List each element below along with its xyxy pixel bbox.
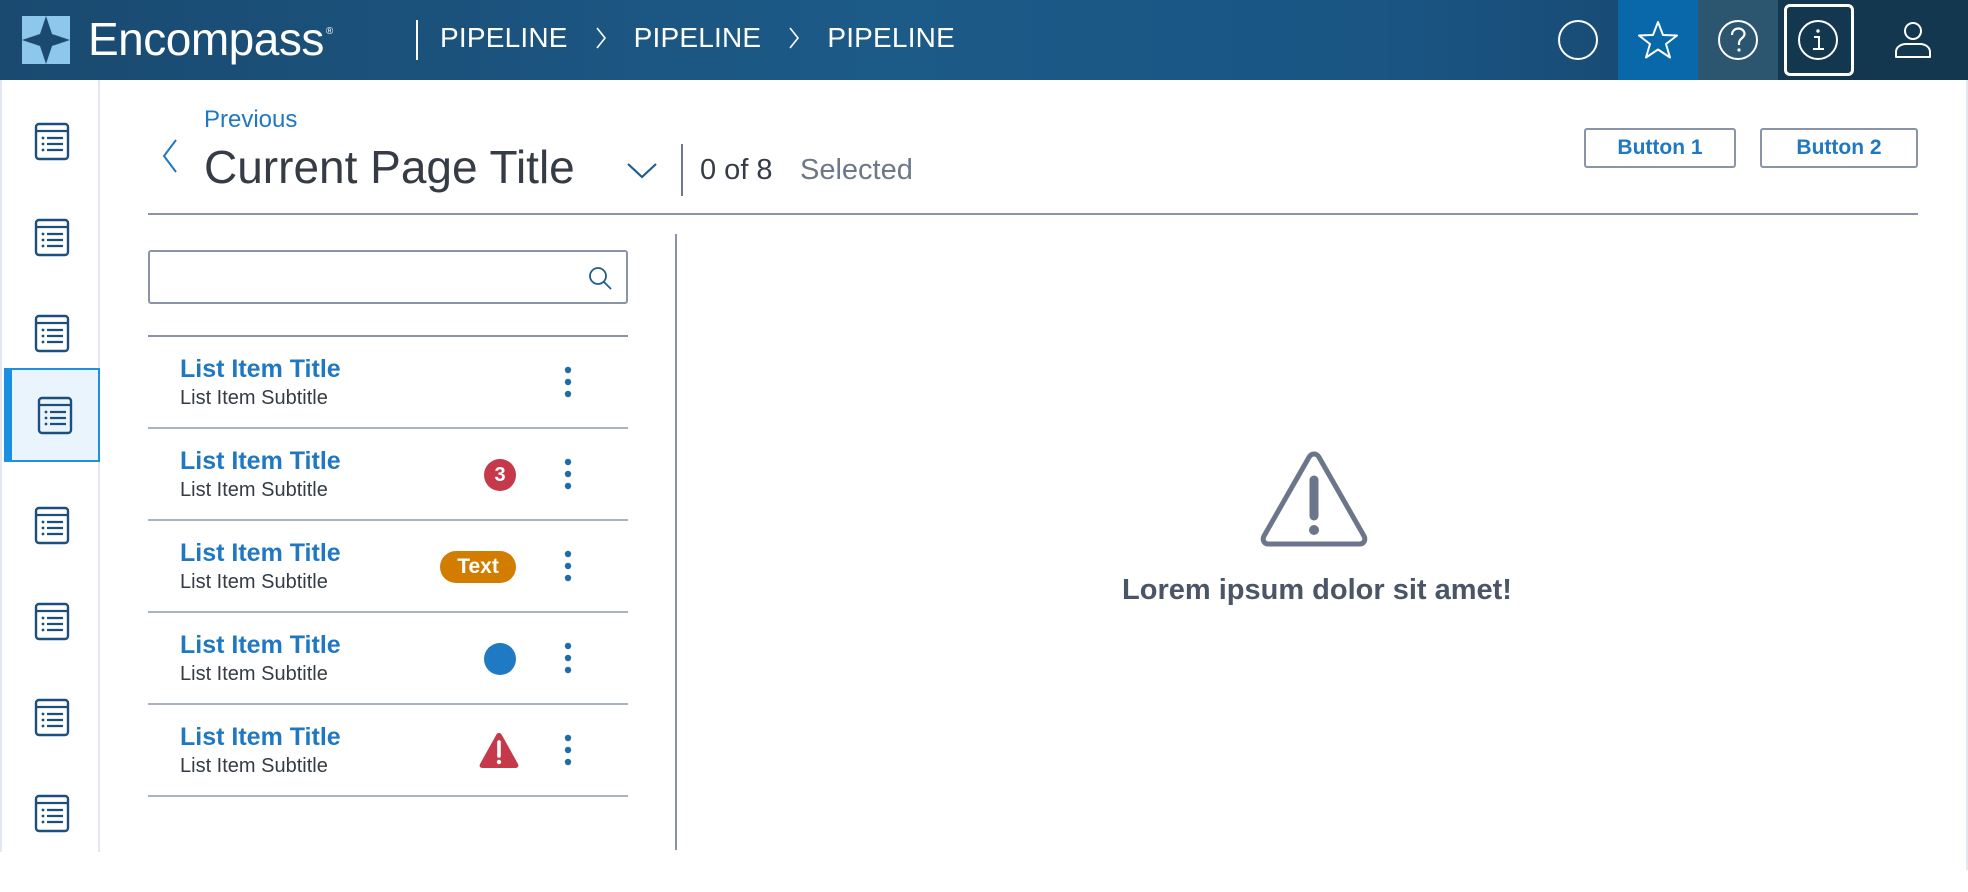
user-icon [1895, 22, 1931, 58]
brand-name: Encompass ® [88, 12, 333, 66]
list-icon [34, 794, 70, 833]
list-icon [34, 122, 70, 161]
list-item-subtitle: List Item Subtitle [180, 755, 328, 777]
breadcrumb-item[interactable]: PIPELINE [440, 22, 568, 54]
rail-item[interactable] [4, 574, 100, 668]
list-icon [34, 698, 70, 737]
rail-item[interactable] [4, 670, 100, 764]
list-item[interactable]: List Item Title List Item Subtitle 3 [148, 429, 628, 521]
button-1[interactable]: Button 1 [1584, 128, 1736, 168]
rail-item[interactable] [4, 190, 100, 284]
button-2[interactable]: Button 2 [1760, 128, 1918, 168]
circle-icon [1558, 20, 1598, 60]
search-input[interactable] [150, 252, 570, 302]
list-item-title[interactable]: List Item Title [180, 447, 341, 476]
item-list: List Item Title List Item Subtitle List … [148, 337, 628, 797]
left-nav-rail [0, 80, 100, 852]
encompass-logo-icon [22, 16, 70, 64]
info-button[interactable] [1778, 0, 1858, 80]
list-icon [34, 314, 70, 353]
focus-ring [1784, 4, 1854, 76]
rail-item[interactable] [4, 368, 100, 462]
rail-item[interactable] [4, 94, 100, 188]
warning-icon [1260, 451, 1368, 547]
list-item-subtitle: List Item Subtitle [180, 387, 328, 409]
breadcrumb: PIPELINE PIPELINE PIPELINE [440, 22, 955, 54]
chevron-right-icon [789, 27, 800, 49]
list-icon [34, 218, 70, 257]
more-options-icon[interactable] [558, 639, 578, 679]
text-badge: Text [440, 551, 516, 583]
star-icon [1638, 21, 1678, 59]
list-item-title[interactable]: List Item Title [180, 631, 341, 660]
selection-count: 0 of 8 [700, 154, 773, 186]
top-header: Encompass ® PIPELINE PIPELINE PIPELINE [0, 0, 1968, 80]
panel-divider [675, 234, 677, 850]
status-dot-icon [484, 643, 516, 675]
list-item-title[interactable]: List Item Title [180, 723, 341, 752]
breadcrumb-item[interactable]: PIPELINE [634, 22, 762, 54]
page-title: Current Page Title [204, 141, 575, 193]
previous-link[interactable]: Previous [204, 106, 297, 134]
help-button[interactable] [1698, 0, 1778, 80]
warning-icon [479, 733, 519, 768]
more-options-icon[interactable] [558, 731, 578, 771]
list-item[interactable]: List Item Title List Item Subtitle [148, 613, 628, 705]
list-item-subtitle: List Item Subtitle [180, 479, 328, 501]
registered-mark: ® [325, 26, 333, 37]
rail-item[interactable] [4, 478, 100, 572]
search-field[interactable] [148, 250, 628, 304]
search-icon[interactable] [588, 266, 612, 290]
more-options-icon[interactable] [558, 455, 578, 495]
chevron-right-icon [596, 27, 606, 49]
list-item-title[interactable]: List Item Title [180, 539, 341, 568]
list-icon [34, 602, 70, 641]
brand-text: Encompass [88, 13, 324, 65]
user-profile-button[interactable] [1858, 0, 1968, 80]
list-item[interactable]: List Item Title List Item Subtitle [148, 337, 628, 429]
list-item-subtitle: List Item Subtitle [180, 663, 328, 685]
breadcrumb-item[interactable]: PIPELINE [827, 22, 955, 54]
rail-item[interactable] [4, 286, 100, 380]
list-item[interactable]: List Item Title List Item Subtitle Text [148, 521, 628, 613]
list-item-subtitle: List Item Subtitle [180, 571, 328, 593]
header-divider [148, 213, 1918, 215]
selection-label: Selected [800, 154, 913, 186]
rail-item[interactable] [4, 766, 100, 860]
circle-button[interactable] [1538, 0, 1618, 80]
count-badge: 3 [484, 459, 516, 491]
list-icon [37, 396, 73, 435]
list-icon [34, 506, 70, 545]
chevron-down-icon[interactable] [624, 152, 660, 188]
brand-divider [416, 20, 418, 60]
empty-state-message: Lorem ipsum dolor sit amet! [1122, 574, 1512, 606]
list-item-title[interactable]: List Item Title [180, 355, 341, 384]
more-options-icon[interactable] [558, 547, 578, 587]
title-divider [681, 144, 683, 196]
list-item[interactable]: List Item Title List Item Subtitle [148, 705, 628, 797]
favorites-button[interactable] [1618, 0, 1698, 80]
back-chevron-icon[interactable] [158, 136, 182, 176]
help-icon [1718, 20, 1758, 60]
more-options-icon[interactable] [558, 363, 578, 403]
